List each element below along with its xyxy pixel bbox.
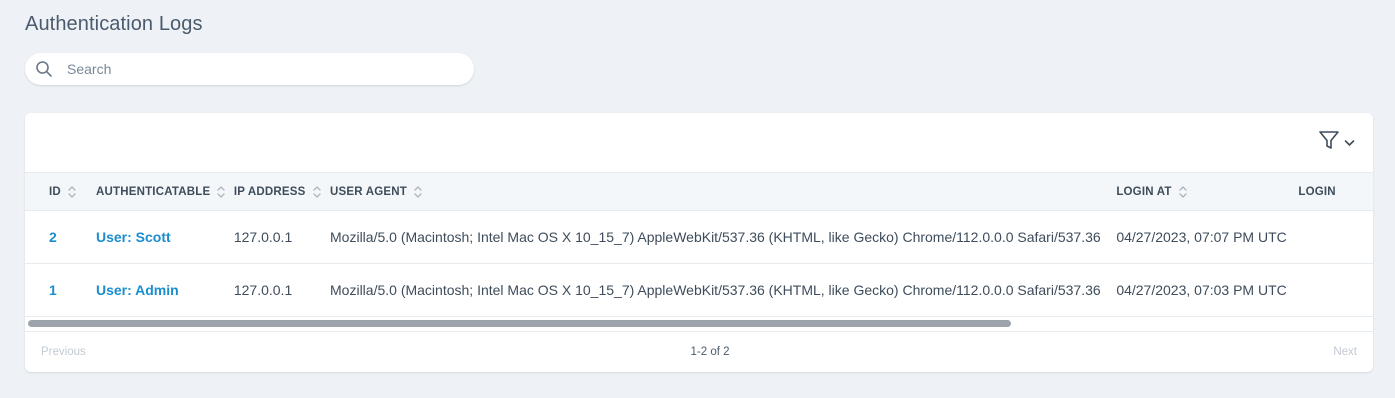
table-header-row: ID AUTHENTICATABLE IP ADDRESS USER AGENT… (25, 172, 1373, 211)
table-toolbar (25, 113, 1373, 172)
row-id-link[interactable]: 2 (49, 229, 57, 245)
cell-authenticatable: User: Scott (95, 210, 234, 264)
cell-ip-address: 127.0.0.1 (233, 263, 331, 317)
filter-icon (1318, 129, 1340, 156)
logs-card: ID AUTHENTICATABLE IP ADDRESS USER AGENT… (25, 113, 1373, 372)
column-header-label: LOGIN (1298, 185, 1336, 198)
authenticatable-link[interactable]: User: Scott (96, 229, 171, 245)
pagination-footer: Previous 1-2 of 2 Next (25, 331, 1373, 372)
column-header-ip-address[interactable]: IP ADDRESS (233, 172, 331, 211)
column-header-label: AUTHENTICATABLE (95, 185, 211, 198)
horizontal-scrollbar[interactable] (25, 317, 1373, 329)
search-input[interactable] (65, 54, 449, 84)
column-header-login-at[interactable]: LOGIN AT (1116, 172, 1299, 211)
table-scroll-area[interactable]: ID AUTHENTICATABLE IP ADDRESS USER AGENT… (25, 172, 1373, 332)
table-row: 2 User: Scott 127.0.0.1 Mozilla/5.0 (Mac… (25, 210, 1373, 264)
search-box[interactable] (25, 53, 474, 85)
cell-login (1298, 263, 1373, 317)
cell-ip-address: 127.0.0.1 (233, 210, 331, 264)
cell-login-at: 04/27/2023, 07:07 PM UTC (1116, 210, 1299, 264)
cell-login (1298, 210, 1373, 264)
sort-icon[interactable] (67, 185, 77, 199)
column-header-label: LOGIN AT (1116, 185, 1172, 198)
row-id-link[interactable]: 1 (49, 282, 57, 298)
cell-user-agent: Mozilla/5.0 (Macintosh; Intel Mac OS X 1… (330, 210, 1117, 264)
pagination-range: 1-2 of 2 (690, 346, 730, 358)
cell-login-at: 04/27/2023, 07:03 PM UTC (1116, 263, 1299, 317)
sort-icon[interactable] (1178, 185, 1188, 199)
search-icon (35, 60, 53, 78)
sort-icon[interactable] (413, 185, 423, 199)
cell-id: 1 (25, 263, 96, 317)
table-row: 1 User: Admin 127.0.0.1 Mozilla/5.0 (Mac… (25, 263, 1373, 317)
sort-icon[interactable] (216, 185, 226, 199)
authenticatable-link[interactable]: User: Admin (96, 282, 179, 298)
sort-icon[interactable] (312, 185, 322, 199)
cell-authenticatable: User: Admin (95, 263, 234, 317)
chevron-down-icon (1344, 139, 1355, 147)
column-header-id[interactable]: ID (25, 172, 96, 211)
scrollbar-thumb[interactable] (28, 320, 1011, 327)
column-header-label: ID (49, 185, 61, 198)
next-button[interactable]: Next (1333, 346, 1357, 358)
column-header-login[interactable]: LOGIN (1298, 172, 1373, 211)
filter-button[interactable] (1318, 129, 1355, 156)
column-header-authenticatable[interactable]: AUTHENTICATABLE (95, 172, 234, 211)
column-header-user-agent[interactable]: USER AGENT (330, 172, 1117, 211)
cell-id: 2 (25, 210, 96, 264)
cell-user-agent: Mozilla/5.0 (Macintosh; Intel Mac OS X 1… (330, 263, 1117, 317)
auth-logs-table: ID AUTHENTICATABLE IP ADDRESS USER AGENT… (25, 172, 1373, 317)
column-header-label: USER AGENT (330, 185, 407, 198)
column-header-label: IP ADDRESS (233, 185, 306, 198)
page-title: Authentication Logs (25, 13, 203, 35)
